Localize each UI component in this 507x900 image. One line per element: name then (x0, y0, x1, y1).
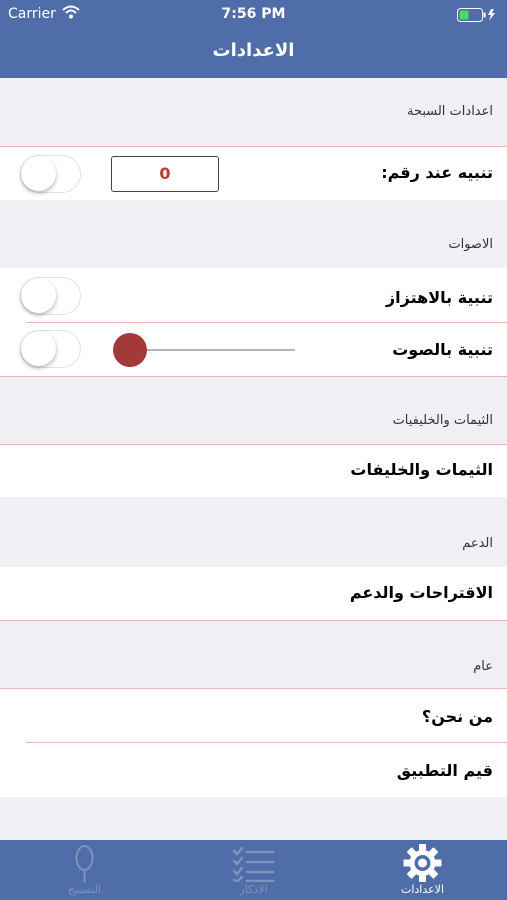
sound-label: تنبية بالصوت (392, 340, 493, 359)
themes-label: الثيمات والخليفات (350, 460, 493, 479)
rate-app-item[interactable]: قيم التطبيق (397, 761, 493, 780)
clock: 7:56 PM (221, 6, 286, 22)
section-header-rosary: اعدادات السبحة (406, 104, 493, 119)
about-us-item[interactable]: من نحن؟ (422, 707, 493, 726)
tab-label: الاذكار (239, 883, 268, 896)
status-bar: Carrier 7:56 PM (0, 0, 507, 28)
themes-row[interactable]: الثيمات والخليفات (0, 445, 507, 497)
tab-label: الاعدادات (400, 883, 445, 896)
separator (0, 620, 507, 621)
switch-knob (21, 278, 56, 313)
tab-settings[interactable]: الاعدادات (338, 840, 507, 900)
navigation-bar: الاعدادات (0, 28, 507, 78)
switch-knob (21, 331, 56, 366)
switch-knob (21, 156, 56, 191)
page-title: الاعدادات (212, 40, 295, 61)
tab-bar: الاعدادات الاذكار التسبيح (0, 840, 507, 900)
alert-number-label: تنبيه عند رقم: (381, 163, 493, 182)
separator (0, 376, 507, 377)
vibration-label: تنبية بالاهتزاز (385, 288, 493, 307)
rosary-icon (0, 844, 169, 882)
alert-number-row: تنبيه عند رقم: 0 (0, 147, 507, 200)
section-header-sounds: الاصوات (448, 237, 493, 252)
tab-tasbeeh[interactable]: التسبيح (0, 840, 169, 900)
support-row[interactable]: الاقتراحات والدعم (0, 567, 507, 620)
tab-adhkar[interactable]: الاذكار (169, 840, 338, 900)
section-header-themes: الثيمات والخليفيات (392, 413, 493, 428)
battery-icon (457, 8, 497, 26)
gear-icon (338, 844, 507, 882)
tab-label: التسبيح (67, 883, 102, 896)
general-group: من نحن؟ قيم التطبيق (0, 689, 507, 797)
section-header-general: عام (473, 659, 493, 674)
separator (26, 322, 507, 323)
support-label: الاقتراحات والدعم (349, 583, 493, 602)
section-header-support: الدعم (462, 536, 493, 551)
separator (26, 742, 507, 743)
volume-slider-thumb[interactable] (113, 333, 147, 367)
sound-switch[interactable] (20, 330, 81, 368)
volume-slider-track[interactable] (130, 349, 295, 351)
alert-number-input[interactable]: 0 (111, 156, 219, 192)
checklist-icon (169, 844, 338, 884)
sounds-group: تنبية بالاهتزاز تنبية بالصوت (0, 268, 507, 376)
alert-number-switch[interactable] (20, 155, 81, 193)
vibration-switch[interactable] (20, 277, 81, 315)
